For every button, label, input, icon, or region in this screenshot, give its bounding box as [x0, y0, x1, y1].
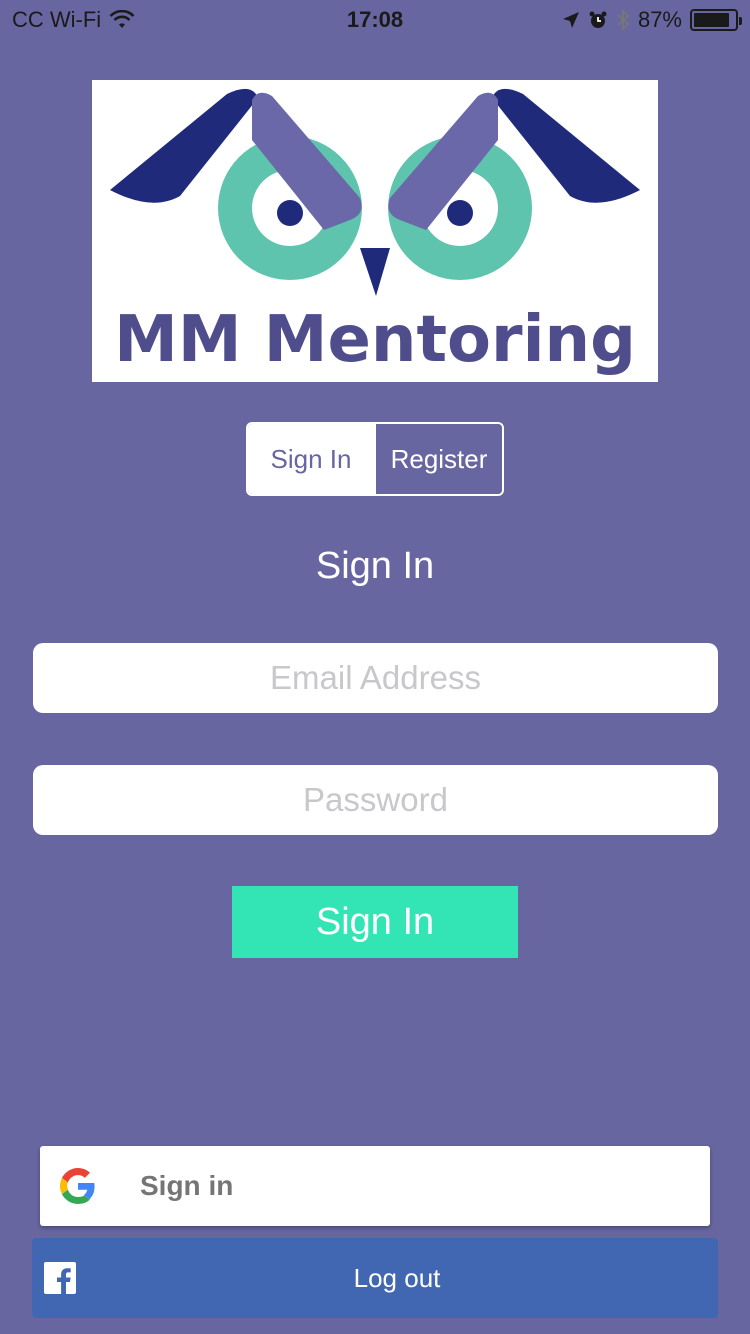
google-sign-in-label: Sign in [140, 1170, 234, 1201]
segment-register[interactable]: Register [374, 424, 502, 494]
battery-icon [690, 9, 742, 31]
location-arrow-icon [562, 12, 579, 28]
email-field[interactable] [33, 643, 718, 713]
battery-level [694, 13, 729, 27]
facebook-logout-label: Log out [353, 1263, 441, 1293]
form-title: Sign In [315, 545, 435, 587]
battery-percent: 87% [637, 7, 682, 32]
status-bar: CC Wi-Fi 17:08 87% [0, 0, 750, 40]
google-sign-in-button[interactable]: Sign in [40, 1146, 710, 1226]
google-icon [60, 1168, 95, 1204]
app-logo: MM Mentoring [92, 80, 658, 382]
wifi-icon [109, 10, 135, 28]
status-left: CC Wi-Fi [12, 7, 135, 33]
sign-in-button[interactable]: Sign In [232, 886, 518, 958]
bluetooth-icon [617, 9, 630, 31]
auth-mode-segmented-control: Sign In Register [246, 422, 504, 496]
password-field[interactable] [33, 765, 718, 835]
alarm-icon [589, 11, 607, 28]
facebook-logout-button[interactable]: Log out [32, 1238, 718, 1318]
status-right: 87% [562, 7, 742, 33]
segment-sign-in[interactable]: Sign In [248, 424, 374, 494]
logo-text: MM Mentoring [114, 303, 636, 377]
carrier-label: CC Wi-Fi [12, 7, 102, 32]
